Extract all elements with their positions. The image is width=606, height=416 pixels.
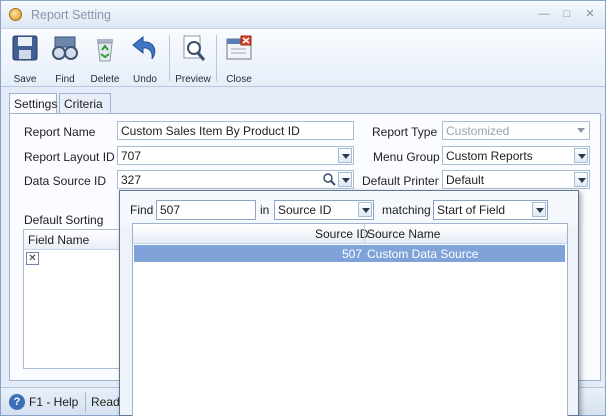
column-divider[interactable]: [364, 224, 365, 244]
matching-mode-value: Start of Field: [437, 203, 506, 217]
toolbar-separator: [169, 35, 170, 81]
save-icon: [12, 35, 38, 61]
chevron-down-icon: [574, 123, 588, 138]
chevron-down-icon[interactable]: [532, 202, 546, 217]
report-layout-id-combo[interactable]: 707: [117, 146, 354, 165]
lookup-grid-header: Source ID Source Name: [133, 224, 567, 244]
maximize-icon[interactable]: □: [560, 7, 574, 21]
close-label: Close: [226, 74, 252, 85]
find-label: Find: [55, 74, 75, 85]
data-source-id-label: Data Source ID: [24, 174, 107, 188]
delete-label: Delete: [90, 74, 120, 85]
default-sorting-grid[interactable]: Field Name ✕: [23, 229, 133, 369]
source-name-cell: Custom Data Source: [367, 247, 479, 261]
in-label: in: [260, 203, 270, 217]
data-source-lookup-popup: Find 507 in Source ID matching Start of …: [119, 190, 579, 416]
delete-row-icon[interactable]: ✕: [26, 252, 39, 265]
chevron-down-icon[interactable]: [338, 148, 352, 163]
preview-label: Preview: [175, 74, 211, 85]
undo-icon: [132, 35, 156, 60]
close-window-icon: [226, 35, 252, 60]
undo-button[interactable]: Undo: [125, 33, 165, 85]
field-name-column-header[interactable]: Field Name: [24, 230, 132, 250]
report-name-label: Report Name: [24, 125, 96, 139]
default-sorting-label: Default Sorting: [24, 213, 104, 227]
report-type-label: Report Type: [372, 125, 438, 139]
search-icon[interactable]: [322, 172, 336, 187]
preview-button[interactable]: Preview: [173, 33, 213, 85]
matching-label: matching: [382, 203, 431, 217]
save-label: Save: [13, 74, 37, 85]
chevron-down-icon[interactable]: [574, 172, 588, 187]
tab-criteria[interactable]: Criteria: [59, 93, 111, 114]
data-source-id-combo[interactable]: 327: [117, 170, 354, 189]
status-separator: [85, 392, 86, 412]
chevron-down-icon[interactable]: [574, 148, 588, 163]
search-column-value: Source ID: [278, 203, 332, 217]
search-column-select[interactable]: Source ID: [274, 200, 374, 220]
find-label: Find: [130, 203, 154, 217]
undo-label: Undo: [133, 74, 157, 85]
report-type-value: Customized: [446, 124, 510, 138]
menu-group-combo[interactable]: Custom Reports: [442, 146, 590, 165]
close-button[interactable]: Close: [219, 33, 259, 85]
toolbar-separator: [216, 35, 217, 81]
source-name-column-header[interactable]: Source Name: [367, 227, 440, 241]
source-id-cell: 507: [342, 247, 363, 261]
default-printer-label: Default Printer: [362, 174, 439, 188]
title-bar: Report Setting — □ ✕: [1, 1, 605, 29]
delete-button[interactable]: Delete: [85, 33, 125, 85]
data-source-id-value: 327: [121, 173, 142, 187]
find-button[interactable]: Find: [45, 33, 85, 85]
save-button[interactable]: Save: [5, 33, 45, 85]
binoculars-icon: [52, 36, 78, 60]
report-name-field[interactable]: Custom Sales Item By Product ID: [117, 121, 354, 140]
tab-settings[interactable]: Settings: [9, 93, 57, 115]
report-layout-id-label: Report Layout ID: [24, 150, 115, 164]
magnifier-page-icon: [183, 35, 206, 61]
app-icon: [9, 8, 22, 21]
chevron-down-icon[interactable]: [358, 202, 372, 217]
menu-group-value: Custom Reports: [446, 149, 533, 163]
matching-mode-select[interactable]: Start of Field: [433, 200, 548, 220]
table-row[interactable]: 507 Custom Data Source: [134, 245, 565, 262]
source-id-column-header[interactable]: Source ID: [315, 227, 368, 241]
help-icon[interactable]: ?: [9, 394, 25, 410]
minimize-icon[interactable]: —: [537, 7, 551, 21]
help-hint[interactable]: F1 - Help: [29, 395, 78, 409]
default-printer-combo[interactable]: Default: [442, 170, 590, 189]
lookup-find-bar: Find 507 in Source ID matching Start of …: [120, 191, 578, 225]
find-input[interactable]: 507: [156, 200, 256, 220]
toolbar: Save Find Delete Undo Preview Close: [1, 29, 605, 87]
report-layout-id-value: 707: [121, 149, 142, 163]
default-printer-value: Default: [446, 173, 485, 187]
lookup-results-grid[interactable]: Source ID Source Name 507 Custom Data So…: [132, 223, 568, 416]
window-title: Report Setting: [31, 8, 111, 22]
menu-group-label: Menu Group: [373, 150, 440, 164]
recycle-bin-icon: [97, 39, 113, 62]
report-type-combo: Customized: [442, 121, 590, 140]
close-icon[interactable]: ✕: [583, 7, 597, 21]
chevron-down-icon[interactable]: [338, 172, 352, 187]
